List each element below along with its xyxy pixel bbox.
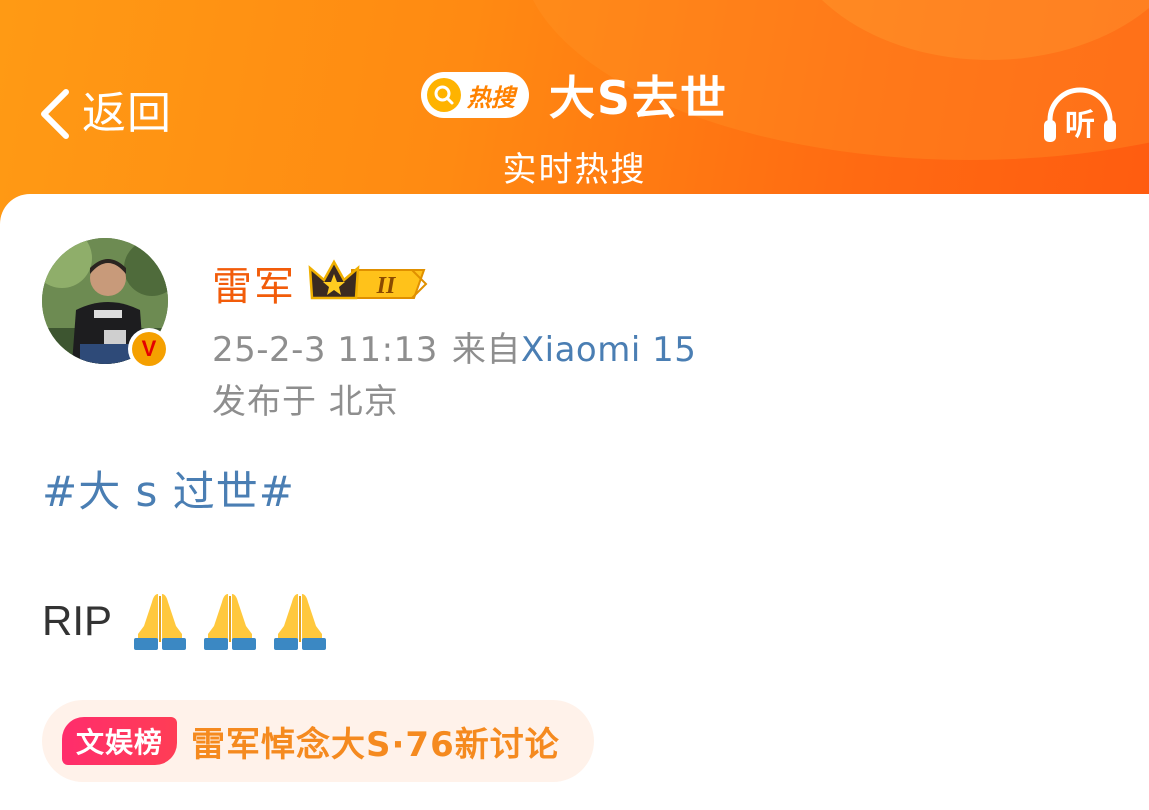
title-row: 热搜 大S去世 [420, 62, 729, 128]
search-icon [426, 78, 461, 112]
crown-level-icon[interactable]: II [308, 258, 428, 306]
listen-label: 听 [1065, 108, 1095, 143]
page-subtitle: 实时热搜 [502, 150, 647, 190]
verified-badge: V [128, 328, 170, 370]
topic-tag-text: 雷军悼念大S·76新讨论 [191, 724, 560, 765]
post-body: RIP [42, 590, 330, 652]
folded-hands-icon [274, 594, 327, 650]
listen-button[interactable]: 听 [1042, 86, 1118, 146]
page-title: 大S去世 [548, 71, 729, 125]
header-title-group: 热搜 大S去世 实时热搜 [0, 62, 1149, 191]
folded-hands-icon [134, 594, 187, 650]
verified-v-icon: V [132, 332, 166, 366]
hashtag-link[interactable]: #大 s 过世# [42, 458, 295, 519]
board-badge: 文娱榜 [62, 717, 178, 765]
post-location: 发布于 北京 [212, 382, 399, 422]
hot-badge-label: 热搜 [466, 83, 515, 112]
source-prefix: 来自 [451, 330, 521, 370]
author-name[interactable]: 雷军 [212, 254, 296, 312]
post-timestamp: 25-2-3 11:13 [212, 330, 438, 370]
device-link[interactable]: Xiaomi 15 [521, 330, 697, 370]
hot-search-badge: 热搜 [420, 72, 529, 118]
post-text: RIP [42, 597, 113, 644]
topic-tag[interactable]: 文娱榜 雷军悼念大S·76新讨论 [42, 700, 594, 782]
post-meta: 25-2-3 11:13 来自Xiaomi 15 [212, 322, 696, 371]
crown-level-label: II [376, 273, 397, 299]
folded-hands-icon [204, 594, 257, 650]
